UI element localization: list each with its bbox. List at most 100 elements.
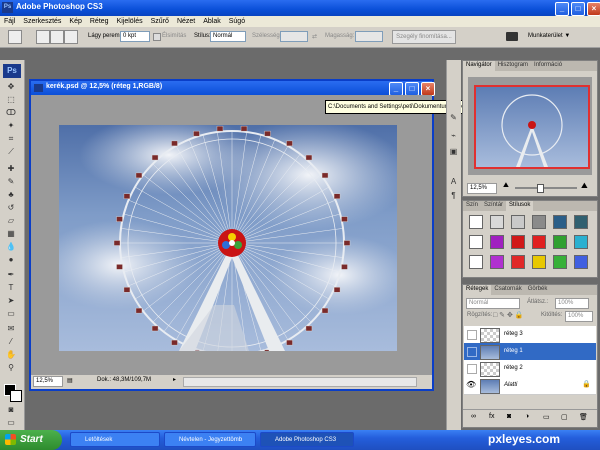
dodge-tool-icon[interactable]: ● <box>5 255 17 265</box>
link-layers-icon[interactable]: ∞ <box>471 413 476 420</box>
task-photoshop[interactable]: Adobe Photoshop CS3 <box>260 432 354 447</box>
close-button[interactable]: × <box>587 2 600 16</box>
slice-tool-icon[interactable]: ⟋ <box>5 147 17 157</box>
menu-image[interactable]: Kép <box>65 18 85 25</box>
style-swatch[interactable] <box>469 255 483 269</box>
task-letoltesek[interactable]: Letöltések <box>70 432 160 447</box>
swap-icon[interactable]: ⇄ <box>312 33 317 40</box>
type-tool-icon[interactable]: T <box>5 283 17 293</box>
style-swatch[interactable] <box>490 235 504 249</box>
tab-channels[interactable]: Csatornák <box>491 285 524 295</box>
menu-edit[interactable]: Szerkesztés <box>19 18 65 25</box>
move-tool-icon[interactable]: ✥ <box>5 82 17 92</box>
tab-navigator[interactable]: Navigátor <box>463 61 495 71</box>
clone-stamp-icon[interactable]: ♣ <box>5 190 17 200</box>
pen-tool-icon[interactable]: ✒ <box>5 270 17 280</box>
style-swatch[interactable] <box>469 235 483 249</box>
gradient-tool-icon[interactable]: ▦ <box>5 229 17 239</box>
layer-comps-icon[interactable]: ▣ <box>448 146 459 157</box>
style-swatch[interactable] <box>511 255 525 269</box>
hand-tool-icon[interactable]: ✋ <box>5 350 17 360</box>
style-select[interactable]: Normál <box>210 31 246 42</box>
status-menu-arrow-icon[interactable]: ▸ <box>173 376 176 383</box>
layer-row[interactable]: 👁 Alatti 🔒 <box>464 377 596 395</box>
layer-row[interactable]: réteg 2 <box>464 360 596 378</box>
notes-tool-icon[interactable]: ✉ <box>5 324 17 334</box>
height-input[interactable] <box>355 31 383 42</box>
menu-window[interactable]: Ablak <box>199 18 225 25</box>
style-swatch[interactable] <box>553 215 567 229</box>
crop-tool-icon[interactable]: ⌗ <box>5 134 17 144</box>
quick-mask-icon[interactable]: ◙ <box>5 405 17 415</box>
ferris-wheel-photo[interactable] <box>59 125 397 351</box>
zoom-slider[interactable] <box>515 187 577 189</box>
tool-preset-icon[interactable]: ⌁ <box>448 130 459 141</box>
adjustment-layer-icon[interactable]: ◑ <box>525 413 529 420</box>
menu-filter[interactable]: Szűrő <box>147 18 173 25</box>
style-swatch[interactable] <box>532 215 546 229</box>
doc-minimize-button[interactable]: _ <box>389 82 403 96</box>
style-swatch[interactable] <box>490 255 504 269</box>
eyedropper-icon[interactable]: ⁄ <box>5 337 17 347</box>
style-swatch[interactable] <box>553 235 567 249</box>
screen-mode-icon[interactable]: ▭ <box>5 418 17 428</box>
tab-styles[interactable]: Stílusok <box>506 201 534 211</box>
subtract-selection-icon[interactable] <box>64 30 78 44</box>
menu-layer[interactable]: Réteg <box>86 18 113 25</box>
visibility-toggle[interactable] <box>467 364 477 374</box>
doc-maximize-button[interactable]: □ <box>405 82 419 96</box>
menu-view[interactable]: Nézet <box>173 18 199 25</box>
tab-histogram[interactable]: Hisztogram <box>495 61 531 71</box>
tab-color[interactable]: Szín <box>463 201 481 211</box>
navigator-zoom-field[interactable]: 12,5% <box>467 183 497 194</box>
zoom-out-icon[interactable]: ⛰ <box>503 182 509 190</box>
tab-paths[interactable]: Görbék <box>525 285 551 295</box>
tab-swatches[interactable]: Színtár <box>481 201 506 211</box>
task-notepad[interactable]: Névtelen - Jegyzettömb <box>164 432 256 447</box>
tab-layers[interactable]: Rétegek <box>463 285 492 295</box>
style-swatch[interactable] <box>532 235 546 249</box>
zoom-slider-handle[interactable] <box>537 184 544 193</box>
navigator-view-box[interactable] <box>474 85 590 169</box>
minimize-button[interactable]: _ <box>555 2 569 16</box>
opacity-input[interactable]: 100% <box>555 298 589 309</box>
new-selection-icon[interactable] <box>36 30 50 44</box>
background-color[interactable] <box>10 390 22 402</box>
menu-file[interactable]: Fájl <box>0 18 19 25</box>
document-zoom-field[interactable]: 12,5% <box>33 376 63 387</box>
add-selection-icon[interactable] <box>50 30 64 44</box>
doc-close-button[interactable]: × <box>421 82 435 96</box>
refine-edge-button[interactable]: Szegély finomítása... <box>392 30 456 44</box>
document-title-bar[interactable]: kerék.psd @ 12,5% (réteg 1,RGB/8) _ □ × <box>31 81 435 96</box>
style-swatch[interactable] <box>553 255 567 269</box>
layer-row[interactable]: réteg 1 <box>464 343 596 361</box>
style-swatch[interactable] <box>511 235 525 249</box>
workspace-menu[interactable]: Munkaterület ▼ <box>528 33 570 39</box>
path-select-icon[interactable]: ➤ <box>5 296 17 306</box>
style-swatch[interactable] <box>469 215 483 229</box>
marquee-tool-icon[interactable]: ⬚ <box>5 95 17 105</box>
paragraph-panel-icon[interactable]: ¶ <box>448 190 459 201</box>
canvas-area[interactable] <box>31 95 432 375</box>
zoom-in-icon[interactable]: ⛰ <box>581 181 588 191</box>
feather-input[interactable]: 0 kpt <box>120 31 150 42</box>
antialias-checkbox[interactable] <box>153 33 161 41</box>
style-swatch[interactable] <box>511 215 525 229</box>
layer-style-icon[interactable]: fx <box>489 413 494 420</box>
style-swatch[interactable] <box>574 235 588 249</box>
lasso-tool-icon[interactable]: ↀ <box>5 108 17 118</box>
shape-tool-icon[interactable]: ▭ <box>5 309 17 319</box>
trash-icon[interactable]: 🗑 <box>579 413 588 421</box>
menu-select[interactable]: Kijelölés <box>113 18 147 25</box>
style-swatch[interactable] <box>574 255 588 269</box>
menu-help[interactable]: Súgó <box>225 18 249 25</box>
style-swatch[interactable] <box>532 255 546 269</box>
magic-wand-icon[interactable]: ✦ <box>5 121 17 131</box>
navigator-preview[interactable] <box>468 77 592 175</box>
width-input[interactable] <box>280 31 308 42</box>
visibility-toggle[interactable] <box>467 330 477 340</box>
brush-tool-icon[interactable]: ✎ <box>5 177 17 187</box>
blend-mode-select[interactable]: Normál <box>466 298 520 309</box>
marquee-tool-preset-icon[interactable] <box>8 30 22 44</box>
character-panel-icon[interactable]: A <box>448 176 459 187</box>
